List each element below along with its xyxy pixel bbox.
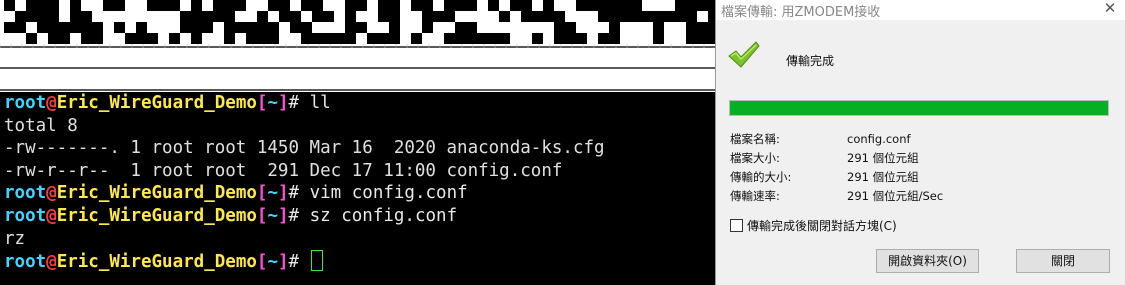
prompt-hash: # (288, 183, 300, 204)
info-value: 291 個位元組 (847, 151, 919, 165)
qr-code-fragment (0, 0, 715, 92)
prompt-at: @ (46, 206, 57, 226)
prompt-at: @ (46, 93, 57, 113)
prompt-host: Eric_WireGuard_Demo (56, 93, 257, 113)
info-value: 291 個位元組 (847, 170, 919, 184)
info-value: 291 個位元組/Sec (847, 189, 944, 203)
prompt-host: Eric_WireGuard_Demo (56, 252, 257, 273)
prompt-hash: # (288, 93, 300, 113)
prompt-at: @ (46, 252, 57, 273)
prompt-br: [ (256, 93, 268, 113)
prompt-br: [ (256, 252, 268, 273)
info-value: config.conf (847, 132, 911, 146)
open-folder-button[interactable]: 開啟資料夾(O) (876, 249, 979, 273)
prompt-user: root (4, 183, 47, 204)
qr-code-graphic (0, 0, 715, 91)
prompt-br: [ (256, 183, 268, 204)
prompt-hash: # (288, 252, 300, 273)
terminal-prompt-line: root@Eric_WireGuard_Demo[~]# (4, 250, 323, 273)
info-label: 傳輸速率: (730, 189, 780, 203)
checkbox-box[interactable] (730, 219, 743, 232)
close-button[interactable]: 關閉 (1016, 249, 1110, 273)
info-file-name: 檔案名稱: config.conf (730, 131, 911, 147)
terminal-output-line: -rw-r--r-- 1 root root 291 Dec 17 11:00 … (4, 160, 563, 181)
prompt-br: ] (277, 183, 289, 204)
terminal-prompt-line: root@Eric_WireGuard_Demo[~]# ll (4, 92, 331, 115)
prompt-path: ~ (267, 206, 278, 226)
prompt-br: [ (256, 206, 268, 226)
zmodem-transfer-dialog: 檔案傳輸: 用ZMODEM接收 ✕ 傳輸完成 檔案名稱: config.conf … (715, 0, 1125, 285)
prompt-at: @ (46, 183, 57, 204)
info-label: 傳輸的大小: (730, 170, 792, 184)
prompt-cmd (299, 252, 310, 272)
transfer-status: 傳輸完成 (786, 54, 835, 68)
terminal-output-line: total 8 (4, 115, 78, 136)
prompt-path: ~ (267, 93, 278, 113)
prompt-br: ] (277, 252, 289, 273)
dialog-titlebar: 檔案傳輸: 用ZMODEM接收 ✕ (716, 0, 1125, 20)
prompt-cmd: ll (299, 93, 331, 113)
dialog-title: 檔案傳輸: 用ZMODEM接收 (721, 5, 881, 20)
info-label: 檔案大小: (730, 151, 780, 165)
terminal-prompt-line: root@Eric_WireGuard_Demo[~]# vim config.… (4, 182, 468, 205)
prompt-path: ~ (267, 252, 278, 273)
terminal-cursor (310, 250, 323, 272)
checkmark-icon (728, 41, 760, 68)
info-transferred-size: 傳輸的大小: 291 個位元組 (730, 169, 919, 185)
prompt-path: ~ (267, 183, 278, 204)
prompt-user: root (4, 93, 47, 113)
prompt-hash: # (288, 206, 300, 226)
prompt-br: ] (277, 93, 289, 113)
prompt-cmd: vim config.conf (299, 183, 468, 204)
prompt-cmd: sz config.conf (299, 206, 458, 226)
info-label: 檔案名稱: (730, 132, 780, 146)
terminal-prompt-line: root@Eric_WireGuard_Demo[~]# sz config.c… (4, 205, 457, 228)
checkbox-label: 傳輸完成後關閉對話方塊(C) (747, 219, 897, 233)
close-icon[interactable]: ✕ (1099, 0, 1121, 18)
prompt-user: root (4, 206, 47, 226)
progress-fill (730, 101, 1108, 115)
close-after-transfer-checkbox[interactable]: 傳輸完成後關閉對話方塊(C) (730, 217, 897, 234)
prompt-br: ] (277, 206, 289, 226)
prompt-host: Eric_WireGuard_Demo (56, 206, 257, 226)
transfer-progress-bar (729, 100, 1109, 116)
terminal-window[interactable]: root@Eric_WireGuard_Demo[~]# ll total 8 -r… (0, 0, 715, 285)
prompt-user: root (4, 252, 47, 273)
info-transfer-rate: 傳輸速率: 291 個位元組/Sec (730, 188, 943, 204)
terminal-output-line: -rw-------. 1 root root 1450 Mar 16 2020… (4, 138, 605, 159)
prompt-host: Eric_WireGuard_Demo (56, 183, 257, 204)
info-file-size: 檔案大小: 291 個位元組 (730, 150, 919, 166)
terminal-output-line: rz (4, 228, 26, 249)
